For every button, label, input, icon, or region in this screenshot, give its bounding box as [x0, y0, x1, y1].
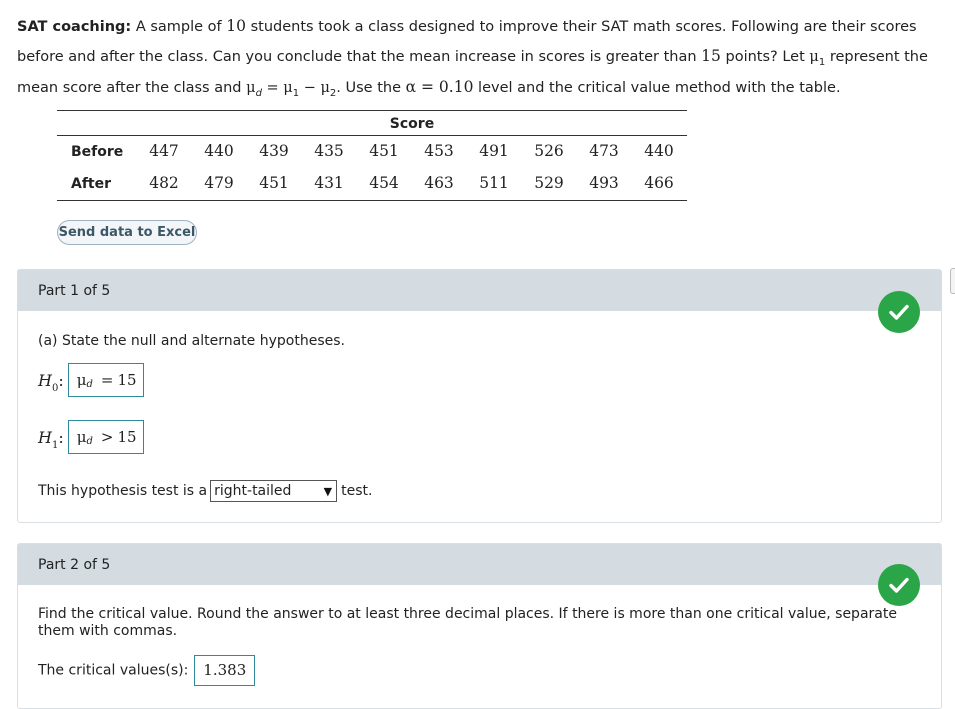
- mu-symbol: μ: [246, 80, 256, 96]
- h0-parameter-subscript: d: [86, 378, 93, 390]
- send-to-excel-button[interactable]: Send data to Excel: [57, 220, 197, 245]
- table-cell: 440: [204, 142, 234, 160]
- check-icon: [878, 291, 920, 333]
- alpha-level: α = 0.10: [405, 78, 474, 96]
- table-cell: 454: [369, 174, 399, 192]
- subscript: d: [255, 88, 262, 99]
- problem-text: level and the critical value method with…: [473, 80, 841, 96]
- table-cell: 440: [644, 142, 674, 160]
- h0-label: H0:: [38, 370, 64, 394]
- table-cell: 466: [644, 174, 674, 192]
- mu-symbol: μ: [809, 49, 819, 65]
- part-1-question: (a) State the null and alternate hypothe…: [38, 333, 345, 349]
- table-cell: 493: [589, 174, 619, 192]
- mu-symbol: μ: [320, 80, 330, 96]
- table-row-after: After 482 479 451 431 454 463 511 529 49…: [57, 168, 687, 201]
- equals-sign: =: [261, 80, 284, 96]
- h-letter: H: [38, 370, 52, 390]
- part-2-question: Find the critical value. Round the answe…: [38, 606, 897, 639]
- critical-value-label: The critical values(s):: [38, 662, 189, 679]
- table-cell: 482: [149, 174, 179, 192]
- dropdown-arrow-icon: ▼: [323, 484, 333, 498]
- problem-text: . Use the: [336, 80, 406, 96]
- table-row-before: Before 447 440 439 435 451 453 491 526 4…: [57, 136, 687, 168]
- problem-text: points? Let: [720, 49, 810, 65]
- problem-statement: SAT coaching: A sample of 10 students to…: [17, 12, 942, 104]
- table-cell: 435: [314, 142, 344, 160]
- part-2-header: Part 2 of 5: [18, 544, 941, 585]
- part-2-panel: Part 2 of 5 Find the critical value. Rou…: [17, 543, 942, 709]
- threshold-value: 15: [701, 47, 721, 65]
- test-type-line: This hypothesis test is a right-tailed ▼ te…: [38, 480, 372, 502]
- table-cell: 451: [369, 142, 399, 160]
- subscript: 2: [329, 88, 337, 99]
- subscript: 1: [292, 88, 300, 99]
- subscript: 1: [818, 57, 826, 68]
- check-icon: [878, 564, 920, 606]
- h1-label: H1:: [38, 427, 64, 451]
- test-type-prefix: This hypothesis test is a: [38, 483, 208, 499]
- problem-text: A sample of: [131, 19, 227, 35]
- table-cell: 439: [259, 142, 289, 160]
- test-type-select[interactable]: right-tailed ▼: [210, 480, 338, 502]
- h0-relation: =: [100, 371, 114, 389]
- h1-relation: >: [100, 428, 114, 446]
- scrollbar-edge[interactable]: [950, 268, 955, 294]
- row-label-after: After: [71, 176, 112, 192]
- colon: :: [58, 370, 64, 390]
- null-hypothesis: H0: μd = 15: [38, 363, 144, 397]
- table-cell: 447: [149, 142, 179, 160]
- score-table: Score Before 447 440 439 435 451 453 491…: [57, 110, 687, 201]
- table-cell: 479: [204, 174, 234, 192]
- table-cell: 431: [314, 174, 344, 192]
- h1-answer-box[interactable]: μd > 15: [67, 420, 144, 454]
- colon: :: [58, 427, 64, 447]
- table-cell: 511: [479, 174, 509, 192]
- problem-title: SAT coaching:: [17, 19, 132, 35]
- minus-sign: −: [299, 80, 321, 96]
- sample-size: 10: [226, 17, 247, 35]
- test-type-suffix: test.: [341, 483, 373, 499]
- h1-value: 15: [117, 428, 137, 446]
- mu-symbol: μ: [283, 80, 293, 96]
- score-header: Score: [389, 116, 435, 132]
- part-1-header: Part 1 of 5: [18, 270, 941, 311]
- critical-value-line: The critical values(s): 1.383: [38, 655, 256, 686]
- h-subscript: 1: [51, 439, 59, 451]
- alternate-hypothesis: H1: μd > 15: [38, 420, 144, 454]
- table-cell: 451: [259, 174, 289, 192]
- table-cell: 463: [424, 174, 454, 192]
- critical-value-answer-box[interactable]: 1.383: [194, 655, 256, 686]
- test-type-value: right-tailed: [214, 483, 292, 499]
- h1-parameter-subscript: d: [86, 435, 93, 447]
- h1-parameter: μ: [76, 428, 87, 446]
- table-cell: 453: [424, 142, 454, 160]
- part-1-panel: Part 1 of 5 (a) State the null and alter…: [17, 269, 942, 523]
- table-cell: 473: [589, 142, 619, 160]
- h0-answer-box[interactable]: μd = 15: [67, 363, 144, 397]
- row-label-before: Before: [71, 144, 124, 160]
- table-cell: 526: [534, 142, 564, 160]
- table-cell: 529: [534, 174, 564, 192]
- h-letter: H: [38, 427, 52, 447]
- h0-value: 15: [117, 371, 137, 389]
- h0-parameter: μ: [76, 371, 87, 389]
- h-subscript: 0: [51, 382, 59, 394]
- table-cell: 491: [479, 142, 509, 160]
